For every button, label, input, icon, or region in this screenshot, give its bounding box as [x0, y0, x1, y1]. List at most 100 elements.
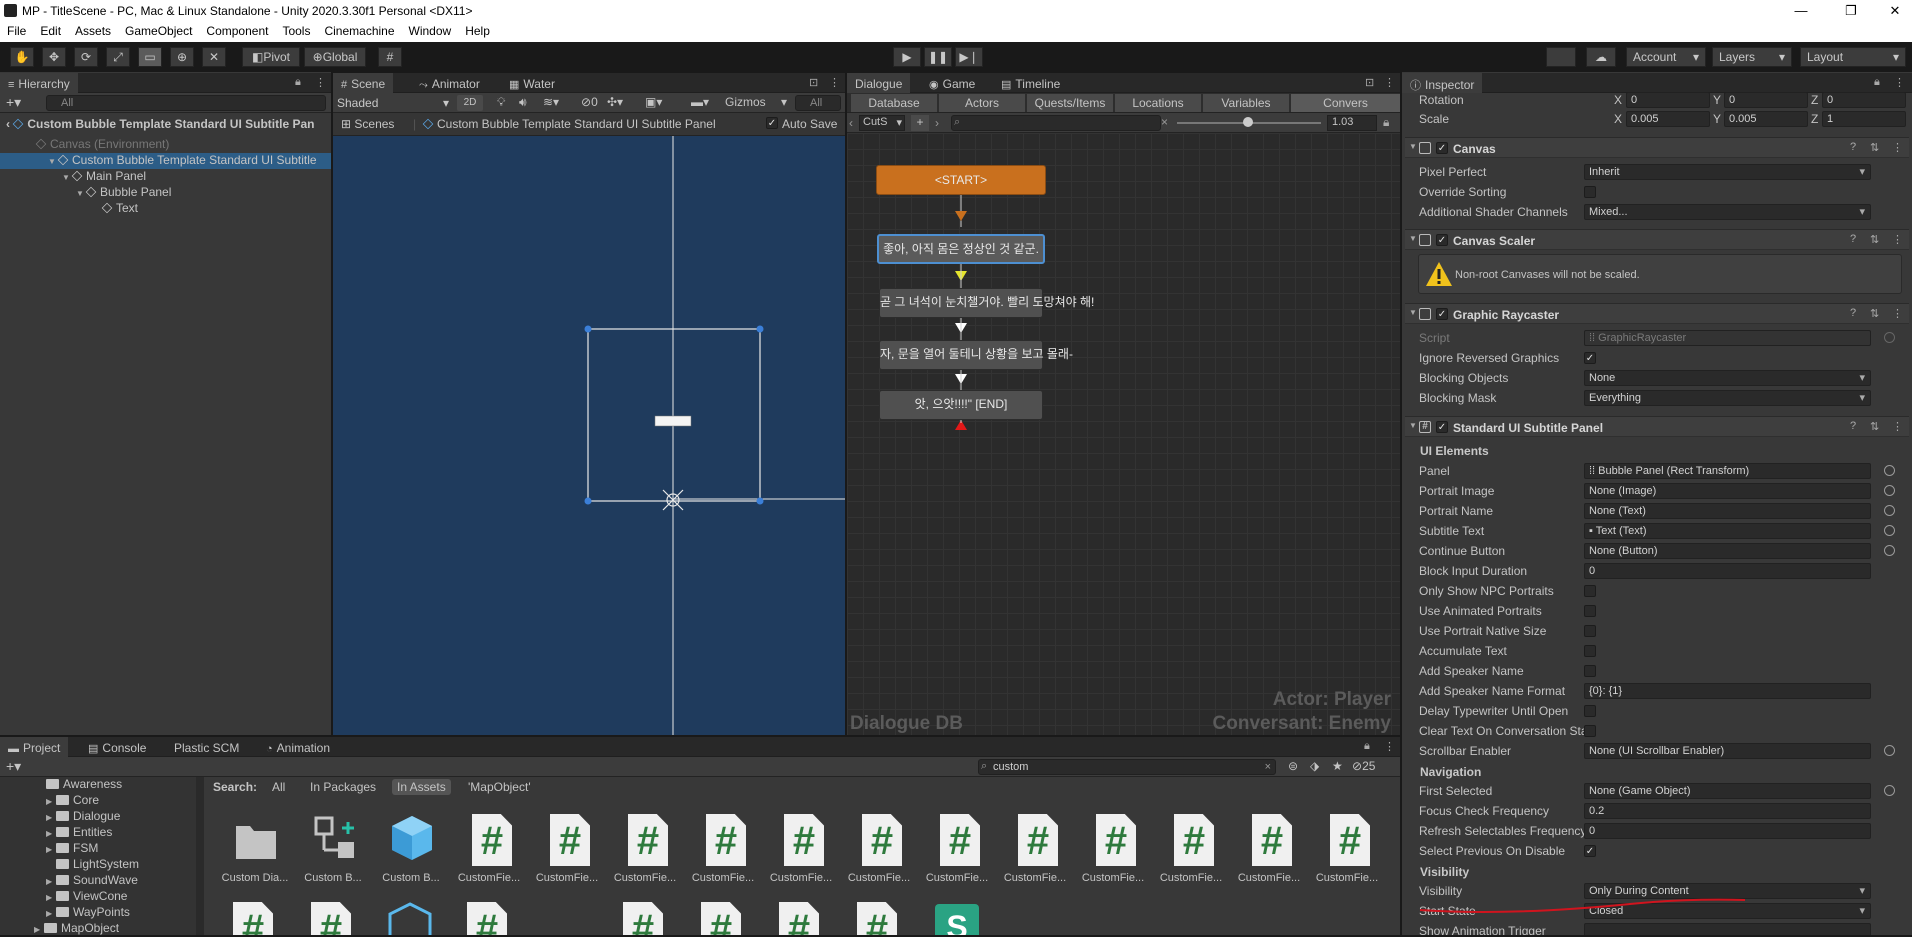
- breadcrumb-prefab[interactable]: Custom Bubble Template Standard UI Subti…: [422, 117, 716, 131]
- kebab-menu-icon[interactable]: ⋮: [315, 76, 326, 89]
- tab-animator[interactable]: ⤳ Animator: [411, 73, 488, 93]
- help-icon[interactable]: ?: [1850, 141, 1856, 153]
- scale-x-field[interactable]: 0.005: [1626, 111, 1710, 127]
- csharp-script-icon[interactable]: #: [233, 902, 273, 935]
- menu-tools[interactable]: Tools: [275, 22, 317, 38]
- conversation-search-input[interactable]: ⌕: [951, 115, 1161, 131]
- kebab-menu-icon[interactable]: ⋮: [1384, 740, 1395, 753]
- conversation-dropdown[interactable]: CutS ▾: [859, 115, 905, 131]
- presets-icon[interactable]: ⇅: [1870, 233, 1879, 246]
- lock-icon[interactable]: 🔒︎: [1364, 740, 1370, 753]
- only-npc-checkbox[interactable]: [1584, 585, 1596, 597]
- delay-typewriter-checkbox[interactable]: [1584, 705, 1596, 717]
- portrait-image-field[interactable]: None (Image): [1584, 483, 1871, 499]
- tab-plastic-scm[interactable]: Plastic SCM: [166, 737, 247, 757]
- presets-icon[interactable]: ⇅: [1870, 420, 1879, 433]
- csharp-script-icon[interactable]: #: [467, 902, 507, 935]
- override-sorting-checkbox[interactable]: [1584, 186, 1596, 198]
- shader-icon[interactable]: S: [935, 904, 979, 935]
- folder-fsm[interactable]: ▶ FSM: [46, 841, 98, 857]
- asset-customfield-9[interactable]: # CustomFie...: [1077, 814, 1149, 894]
- use-animated-checkbox[interactable]: [1584, 605, 1596, 617]
- csharp-script-icon[interactable]: #: [311, 902, 351, 935]
- blocking-mask-dropdown[interactable]: Everything: [1584, 390, 1871, 406]
- graphic-raycaster-header[interactable]: ▼ ✓ Graphic Raycaster ? ⇅ ⋮: [1405, 303, 1909, 324]
- menu-component[interactable]: Component: [199, 22, 275, 38]
- pause-button[interactable]: ❚❚: [924, 47, 952, 67]
- asset-customfield-6[interactable]: # CustomFie...: [843, 814, 915, 894]
- presets-icon[interactable]: ⇅: [1870, 141, 1879, 154]
- minimize-icon[interactable]: —: [1786, 2, 1816, 20]
- next-icon[interactable]: ›: [935, 116, 939, 130]
- component-tools-icon[interactable]: ▣▾: [645, 95, 662, 109]
- clear-search-icon[interactable]: ×: [1161, 115, 1168, 129]
- tree-item-text[interactable]: Text: [0, 201, 331, 217]
- cloud-icon[interactable]: ☁: [1586, 47, 1616, 67]
- custom-tool-icon[interactable]: ✕: [202, 47, 226, 67]
- account-dropdown[interactable]: Account ▾: [1626, 47, 1706, 67]
- scale-z-field[interactable]: 1: [1822, 111, 1906, 127]
- asset-customfield-2[interactable]: # CustomFie...: [531, 814, 603, 894]
- subtab-quests[interactable]: Quests/Items: [1027, 94, 1113, 112]
- fold-arrow-icon[interactable]: ▼: [1409, 421, 1417, 430]
- tree-item-bubble-panel[interactable]: ▼ Bubble Panel: [0, 185, 331, 201]
- clear-search-icon[interactable]: ×: [1265, 761, 1271, 773]
- folder-dialogue[interactable]: ▶ Dialogue: [46, 809, 120, 825]
- rect-tool-icon[interactable]: ▭: [138, 47, 162, 67]
- node-line-1[interactable]: 좋아, 아직 몸은 정상인 것 같군.: [877, 234, 1045, 264]
- fold-arrow-icon[interactable]: ▼: [1409, 308, 1417, 317]
- shading-mode-dropdown[interactable]: Shaded ▾: [337, 96, 449, 111]
- gizmos-dropdown[interactable]: Gizmos ▾: [725, 95, 787, 109]
- subtab-conversations[interactable]: Convers: [1291, 94, 1400, 112]
- maximize-icon[interactable]: ❐: [1836, 2, 1866, 20]
- filter-in-packages[interactable]: In Packages: [305, 779, 381, 795]
- hierarchy-search-input[interactable]: All: [46, 95, 326, 111]
- canvas-enabled-checkbox[interactable]: ✓: [1436, 142, 1448, 154]
- step-button[interactable]: ▶❘: [955, 47, 983, 67]
- lighting-toggle-icon[interactable]: 💡︎: [497, 95, 505, 110]
- play-button[interactable]: ▶: [893, 47, 921, 67]
- zoom-input[interactable]: 1.03: [1327, 115, 1377, 131]
- maximize-panel-icon[interactable]: ⊡: [809, 76, 818, 89]
- hidden-packages-counter[interactable]: ⊘25: [1352, 759, 1375, 773]
- block-input-field[interactable]: 0: [1584, 563, 1871, 579]
- tab-timeline[interactable]: ▤ Timeline: [993, 73, 1068, 93]
- node-line-2[interactable]: 곧 그 녀석이 눈치챌거야. 빨리 도망쳐야 해!: [879, 288, 1094, 318]
- native-size-checkbox[interactable]: [1584, 625, 1596, 637]
- move-tool-icon[interactable]: ✥: [42, 47, 66, 67]
- folder-soundwave[interactable]: ▶ SoundWave: [46, 873, 138, 889]
- rotation-z-field[interactable]: 0: [1822, 92, 1906, 108]
- kebab-menu-icon[interactable]: ⋮: [1892, 420, 1903, 433]
- tree-item-bubble-template[interactable]: ▼ Custom Bubble Template Standard UI Subt…: [0, 153, 331, 169]
- continue-button-field[interactable]: None (Button): [1584, 543, 1871, 559]
- tab-inspector[interactable]: ⓘ Inspector: [1402, 73, 1483, 93]
- asset-custom-dialogue[interactable]: Custom Dia...: [219, 814, 291, 894]
- select-previous-checkbox[interactable]: ✓: [1584, 845, 1596, 857]
- camera-settings-icon[interactable]: ▬▾: [691, 95, 709, 109]
- kebab-menu-icon[interactable]: ⋮: [1894, 76, 1905, 89]
- node-start[interactable]: <START>: [876, 165, 1046, 195]
- layers-dropdown[interactable]: Layers ▾: [1712, 47, 1792, 67]
- audio-toggle-icon[interactable]: 🔊︎: [519, 95, 527, 110]
- lock-icon[interactable]: 🔒︎: [295, 76, 301, 89]
- asset-customfield-12[interactable]: # CustomFie...: [1311, 814, 1383, 894]
- accumulate-checkbox[interactable]: [1584, 645, 1596, 657]
- portrait-name-field[interactable]: None (Text): [1584, 503, 1871, 519]
- asset-customfield-11[interactable]: # CustomFie...: [1233, 814, 1305, 894]
- object-picker-icon[interactable]: [1884, 785, 1895, 796]
- folder-viewcone[interactable]: ▶ ViewCone: [46, 889, 127, 905]
- tree-item-main-panel[interactable]: ▼ Main Panel: [0, 169, 331, 185]
- subtitle-panel-enabled-checkbox[interactable]: ✓: [1436, 421, 1448, 433]
- canvas-scaler-header[interactable]: ▼ ✓ Canvas Scaler ? ⇅ ⋮: [1405, 229, 1909, 250]
- folder-awareness[interactable]: Awareness: [46, 777, 122, 793]
- object-picker-icon[interactable]: [1884, 545, 1895, 556]
- close-icon[interactable]: ✕: [1880, 2, 1910, 20]
- shader-channels-dropdown[interactable]: Mixed...: [1584, 204, 1871, 220]
- object-picker-icon[interactable]: [1884, 465, 1895, 476]
- menu-edit[interactable]: Edit: [33, 22, 68, 38]
- filter-label-icon[interactable]: ⬗: [1310, 759, 1319, 773]
- speaker-format-field[interactable]: {0}: {1}: [1584, 683, 1871, 699]
- asset-customfield-10[interactable]: # CustomFie...: [1155, 814, 1227, 894]
- subtitle-panel-header[interactable]: ▼ # ✓ Standard UI Subtitle Panel ? ⇅ ⋮: [1405, 416, 1909, 437]
- expand-arrow-icon[interactable]: ▼: [76, 189, 86, 198]
